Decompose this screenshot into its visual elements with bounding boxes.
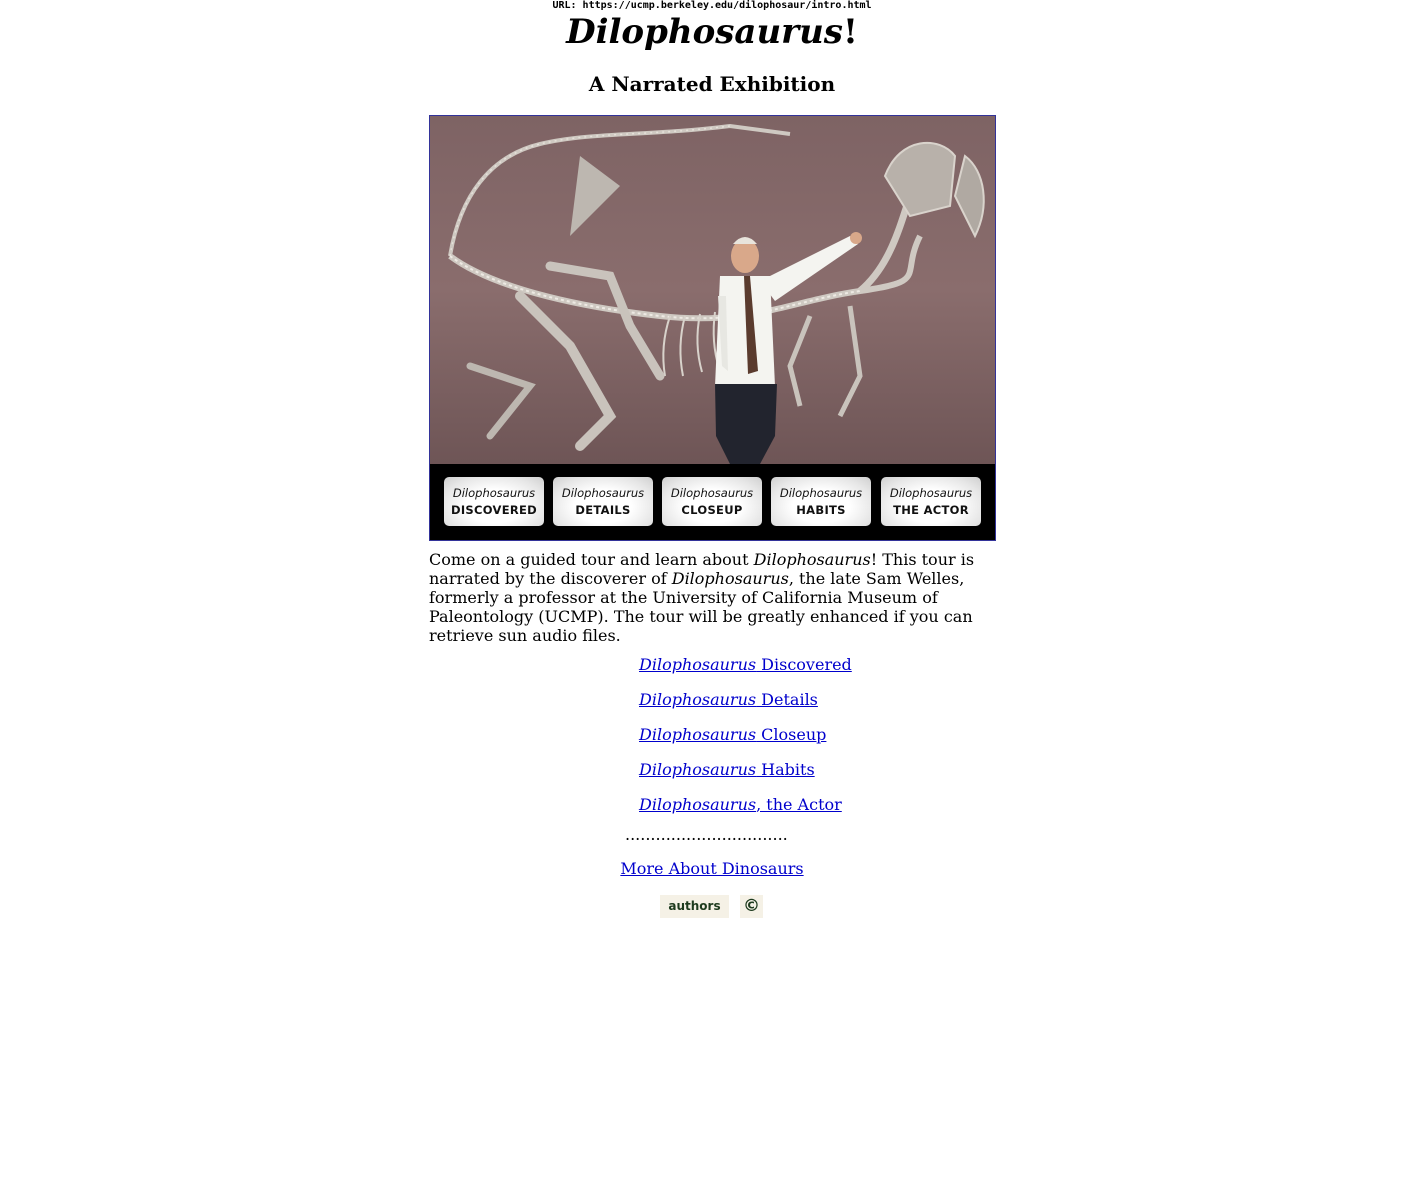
link-text: Discovered xyxy=(756,655,852,674)
link-text: Habits xyxy=(756,760,815,779)
link-genus: Dilophosaurus xyxy=(639,795,757,814)
exhibit-nav-strip: Dilophosaurus DISCOVERED Dilophosaurus D… xyxy=(430,464,995,540)
dilophosaurus-skeleton-photo xyxy=(430,116,995,464)
nav-button-genus: Dilophosaurus xyxy=(561,486,645,500)
more-about-dinosaurs-link[interactable]: More About Dinosaurs xyxy=(620,859,803,878)
link-genus: Dilophosaurus xyxy=(639,655,757,674)
page-title-suffix: ! xyxy=(842,12,858,52)
link-genus: Dilophosaurus xyxy=(639,690,757,709)
nav-button-the-actor[interactable]: Dilophosaurus THE ACTOR xyxy=(881,477,981,526)
nav-button-genus: Dilophosaurus xyxy=(670,486,754,500)
link-text: Details xyxy=(756,690,818,709)
link-text: Closeup xyxy=(756,725,827,744)
link-text: , the Actor xyxy=(756,795,842,814)
nav-button-genus: Dilophosaurus xyxy=(889,486,973,500)
link-details[interactable]: Dilophosaurus Details xyxy=(639,690,852,725)
more-link-row: More About Dinosaurs xyxy=(0,859,1424,879)
link-closeup[interactable]: Dilophosaurus Closeup xyxy=(639,725,852,760)
page-title: Dilophosaurus! xyxy=(0,12,1424,52)
authors-button[interactable]: authors xyxy=(660,895,729,918)
intro-text: Come on a guided tour and learn about xyxy=(429,550,754,569)
url-bar: URL: https://ucmp.berkeley.edu/dilophosa… xyxy=(552,0,872,11)
nav-button-caption: THE ACTOR xyxy=(893,503,969,517)
tour-links: Dilophosaurus Discovered Dilophosaurus D… xyxy=(639,655,852,830)
link-genus: Dilophosaurus xyxy=(639,760,757,779)
link-discovered[interactable]: Dilophosaurus Discovered xyxy=(639,655,852,690)
nav-button-caption: CLOSEUP xyxy=(681,503,743,517)
intro-paragraph: Come on a guided tour and learn about Di… xyxy=(429,550,995,645)
nav-button-details[interactable]: Dilophosaurus DETAILS xyxy=(553,477,653,526)
copyright-icon[interactable]: © xyxy=(740,895,763,918)
nav-button-closeup[interactable]: Dilophosaurus CLOSEUP xyxy=(662,477,762,526)
nav-button-caption: DETAILS xyxy=(575,503,631,517)
nav-button-genus: Dilophosaurus xyxy=(452,486,536,500)
dotted-divider: ................................ xyxy=(625,825,788,844)
nav-button-caption: HABITS xyxy=(796,503,846,517)
hero-image-panel: Dilophosaurus DISCOVERED Dilophosaurus D… xyxy=(429,115,996,541)
link-habits[interactable]: Dilophosaurus Habits xyxy=(639,760,852,795)
link-genus: Dilophosaurus xyxy=(639,725,757,744)
nav-button-genus: Dilophosaurus xyxy=(779,486,863,500)
intro-genus: Dilophosaurus xyxy=(671,569,789,588)
intro-genus: Dilophosaurus xyxy=(753,550,871,569)
page-subtitle: A Narrated Exhibition xyxy=(588,72,836,96)
nav-button-discovered[interactable]: Dilophosaurus DISCOVERED xyxy=(444,477,544,526)
page-title-genus: Dilophosaurus xyxy=(566,12,843,52)
nav-button-habits[interactable]: Dilophosaurus HABITS xyxy=(771,477,871,526)
nav-button-caption: DISCOVERED xyxy=(450,503,538,517)
